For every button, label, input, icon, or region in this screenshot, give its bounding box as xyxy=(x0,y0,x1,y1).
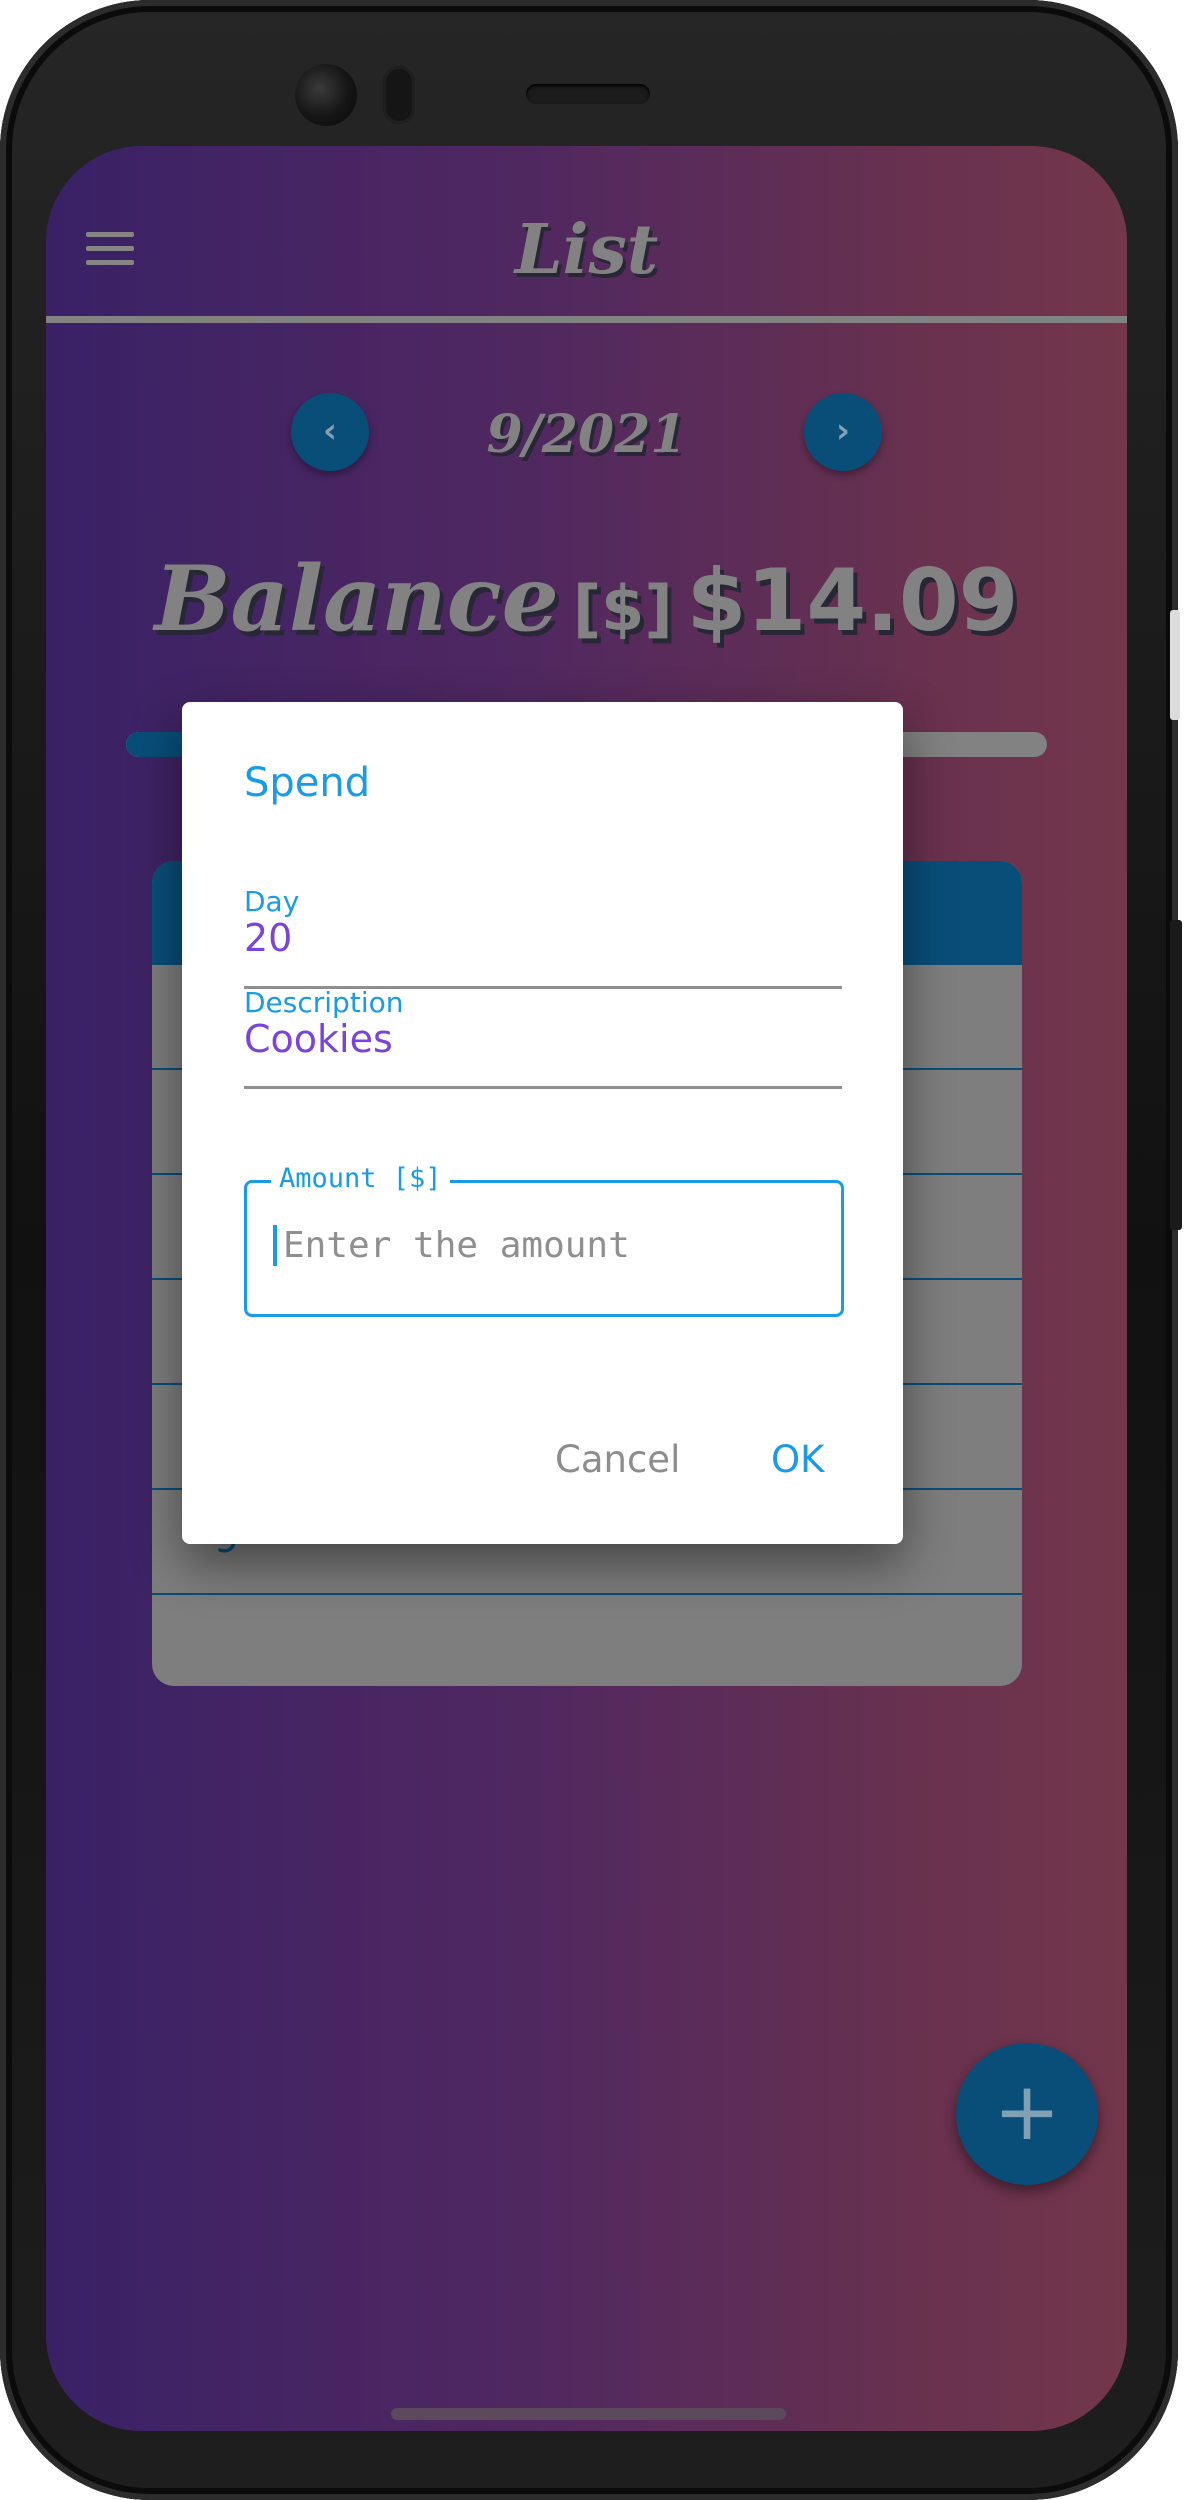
ok-button[interactable]: OK xyxy=(771,1438,824,1481)
day-label: Day xyxy=(244,885,300,918)
dialog-title: Spend xyxy=(244,760,371,806)
description-field[interactable]: Cookies xyxy=(244,1017,393,1061)
amount-label: Amount [$] xyxy=(271,1163,450,1194)
front-camera xyxy=(295,64,357,126)
amount-input[interactable] xyxy=(273,1225,823,1266)
day-field[interactable]: 20 xyxy=(244,916,292,960)
amount-field[interactable]: Amount [$] xyxy=(244,1163,844,1317)
phone-side-button xyxy=(1170,610,1180,720)
spend-dialog: Spend Day 20 Description Cookies Amount … xyxy=(182,702,903,1544)
description-field-underline xyxy=(244,1086,842,1089)
home-indicator[interactable] xyxy=(391,2408,786,2420)
earpiece-speaker xyxy=(526,84,650,104)
phone-volume-button xyxy=(1170,920,1182,1230)
description-label: Description xyxy=(244,986,404,1019)
cancel-button[interactable]: Cancel xyxy=(555,1438,680,1481)
proximity-sensor xyxy=(383,66,415,124)
